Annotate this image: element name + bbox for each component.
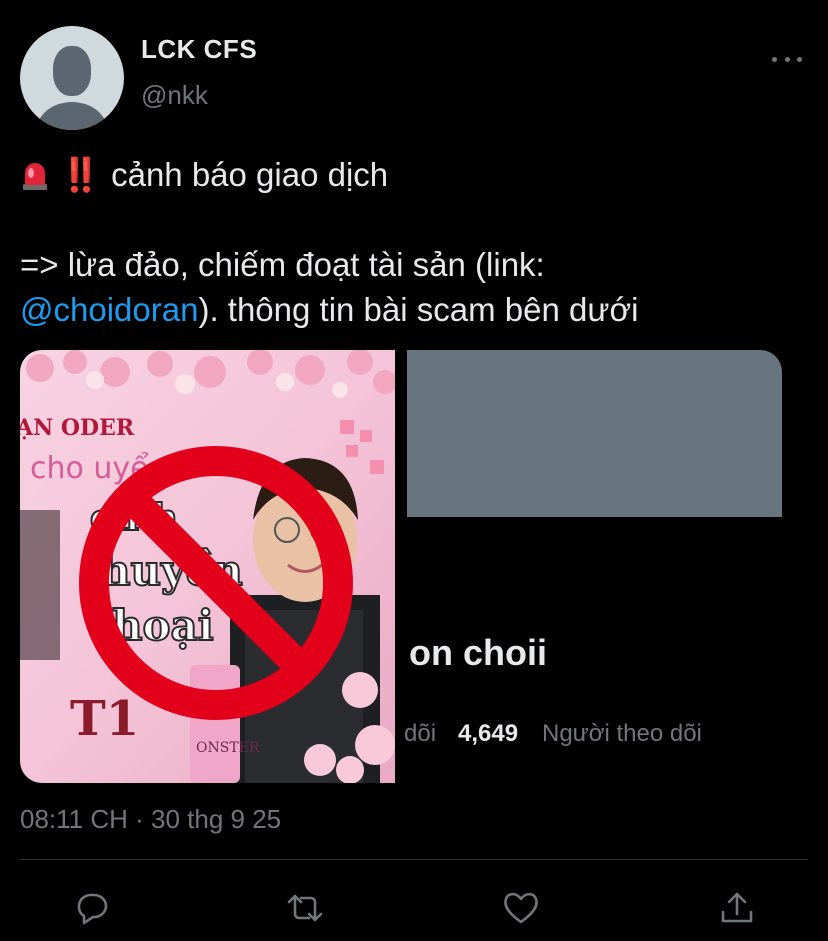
tweet-media[interactable]: ẠN ODER cho uyển en h huyền hoại ONSTER … <box>20 350 782 783</box>
svg-text:ONSTER: ONSTER <box>196 740 260 756</box>
reply-icon[interactable] <box>69 886 113 930</box>
profile-name: on choii <box>409 632 547 673</box>
svg-text:T1: T1 <box>70 691 139 747</box>
profile-banner <box>407 350 782 517</box>
double-exclamation-icon: ‼️ <box>60 156 101 193</box>
profile-card[interactable]: on choii dõi 4,649 Người theo dõi <box>395 350 782 783</box>
retweet-icon[interactable] <box>283 886 327 930</box>
tweet-line-2: => lừa đảo, chiếm đoạt tài sản (link: <box>20 246 545 283</box>
more-options-icon[interactable] <box>772 52 802 66</box>
divider <box>20 859 808 860</box>
svg-text:ẠN ODER: ẠN ODER <box>20 415 135 441</box>
following-label: dõi <box>404 720 437 747</box>
default-avatar-icon <box>53 46 91 96</box>
tweet-text: ‼️ cảnh báo giao dịch => lừa đảo, chiếm đ… <box>20 152 810 332</box>
mention-link[interactable]: @choidoran <box>20 291 198 328</box>
tweet-line-3-text: ). thông tin bài scam bên dưới <box>198 291 639 328</box>
svg-text:hoại: hoại <box>112 601 214 650</box>
tweet-timestamp[interactable]: 08:11 CH · 30 thg 9 25 <box>20 804 281 835</box>
author-handle[interactable]: @nkk <box>141 80 208 111</box>
share-icon[interactable] <box>715 886 759 930</box>
author-avatar[interactable] <box>20 26 124 130</box>
followers-label: Người theo dõi <box>542 720 702 747</box>
police-siren-icon <box>20 157 50 190</box>
tweet-line-1-text: cảnh báo giao dịch <box>111 156 389 193</box>
like-icon[interactable] <box>499 886 543 930</box>
tweet-line-3: @choidoran). thông tin bài scam bên dưới <box>20 287 810 332</box>
prohibited-photo[interactable]: ẠN ODER cho uyển en h huyền hoại ONSTER … <box>20 350 395 783</box>
author-display-name[interactable]: LCK CFS <box>141 34 257 65</box>
followers-count: 4,649 <box>458 720 519 747</box>
tweet-line-1: ‼️ cảnh báo giao dịch <box>20 152 810 197</box>
